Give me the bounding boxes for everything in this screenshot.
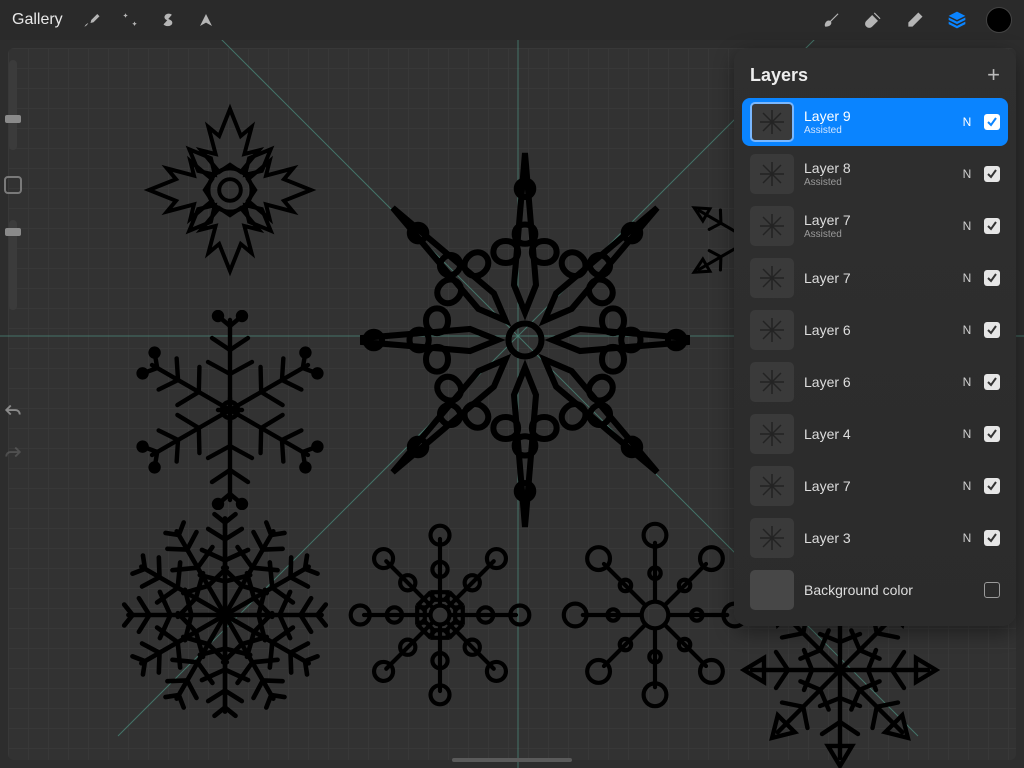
layer-row[interactable]: Layer 7 N <box>742 254 1008 302</box>
redo-button[interactable] <box>3 444 23 460</box>
background-visibility-checkbox[interactable] <box>984 582 1000 598</box>
brush-size-thumb[interactable] <box>5 115 21 123</box>
artwork-snowflake-5 <box>345 520 535 710</box>
layer-row[interactable]: Layer 6 N <box>742 358 1008 406</box>
layer-thumbnail <box>750 310 794 350</box>
layer-thumbnail <box>750 466 794 506</box>
layer-thumbnail <box>750 206 794 246</box>
home-indicator <box>452 758 572 762</box>
blend-mode-indicator[interactable]: N <box>960 271 974 285</box>
background-thumb <box>750 570 794 610</box>
color-picker-swatch[interactable] <box>986 7 1012 33</box>
gallery-button[interactable]: Gallery <box>12 11 63 29</box>
layer-row[interactable]: Layer 7 N <box>742 462 1008 510</box>
layer-subtitle: Assisted <box>804 229 950 240</box>
layer-visibility-checkbox[interactable] <box>984 478 1000 494</box>
layer-row[interactable]: Layer 7Assisted N <box>742 202 1008 250</box>
blend-mode-indicator[interactable]: N <box>960 167 974 181</box>
layer-row[interactable]: Layer 9Assisted N <box>742 98 1008 146</box>
blend-mode-indicator[interactable]: N <box>960 323 974 337</box>
layer-name-label: Layer 6 <box>804 322 950 338</box>
layer-visibility-checkbox[interactable] <box>984 218 1000 234</box>
selection-s-icon[interactable] <box>153 5 183 35</box>
blend-mode-indicator[interactable]: N <box>960 115 974 129</box>
opacity-thumb[interactable] <box>5 228 21 236</box>
layer-thumbnail <box>750 102 794 142</box>
layer-subtitle: Assisted <box>804 177 950 188</box>
artwork-snowflake-3 <box>130 310 330 510</box>
layers-panel: Layers + Layer 9AssistedNLayer 8Assisted… <box>734 48 1016 626</box>
artwork-snowflake-4 <box>120 510 330 720</box>
layer-visibility-checkbox[interactable] <box>984 530 1000 546</box>
layer-visibility-checkbox[interactable] <box>984 270 1000 286</box>
layer-row[interactable]: Layer 3 N <box>742 514 1008 562</box>
layer-name-label: Layer 4 <box>804 426 950 442</box>
layer-row[interactable]: Layer 8Assisted N <box>742 150 1008 198</box>
blend-mode-indicator[interactable]: N <box>960 531 974 545</box>
layer-subtitle: Assisted <box>804 125 950 136</box>
layer-list: Layer 9AssistedNLayer 8AssistedNLayer 7A… <box>742 98 1008 562</box>
layer-visibility-checkbox[interactable] <box>984 374 1000 390</box>
layer-name-label: Layer 7 <box>804 270 950 286</box>
opacity-slider[interactable] <box>9 220 17 310</box>
layer-row[interactable]: Layer 6 N <box>742 306 1008 354</box>
layer-name-label: Layer 8 <box>804 160 950 176</box>
blend-mode-indicator[interactable]: N <box>960 219 974 233</box>
artwork-snowflake-2 <box>360 140 690 540</box>
brush-icon[interactable] <box>816 5 846 35</box>
smudge-icon[interactable] <box>858 5 888 35</box>
background-label: Background color <box>804 582 974 598</box>
brush-size-slider[interactable] <box>9 60 17 150</box>
layers-icon[interactable] <box>942 5 972 35</box>
transform-arrow-icon[interactable] <box>191 5 221 35</box>
layer-visibility-checkbox[interactable] <box>984 166 1000 182</box>
layer-name-label: Layer 3 <box>804 530 950 546</box>
actions-wrench-icon[interactable] <box>77 5 107 35</box>
layers-panel-title: Layers <box>750 65 808 86</box>
add-layer-button[interactable]: + <box>987 62 1000 88</box>
layer-name-label: Layer 7 <box>804 212 950 228</box>
layer-thumbnail <box>750 518 794 558</box>
layer-thumbnail <box>750 414 794 454</box>
blend-mode-indicator[interactable]: N <box>960 375 974 389</box>
layer-name-label: Layer 9 <box>804 108 950 124</box>
layer-thumbnail <box>750 258 794 298</box>
modify-button[interactable] <box>4 176 22 194</box>
artwork-snowflake-1 <box>140 100 320 280</box>
layer-thumbnail <box>750 154 794 194</box>
artwork-snowflake-6 <box>560 520 750 710</box>
background-layer-row[interactable]: Background color <box>742 566 1008 614</box>
layer-name-label: Layer 6 <box>804 374 950 390</box>
left-sidebar <box>0 60 26 460</box>
blend-mode-indicator[interactable]: N <box>960 427 974 441</box>
layer-visibility-checkbox[interactable] <box>984 322 1000 338</box>
layer-visibility-checkbox[interactable] <box>984 426 1000 442</box>
layer-thumbnail <box>750 362 794 402</box>
undo-button[interactable] <box>3 402 23 418</box>
eraser-icon[interactable] <box>900 5 930 35</box>
adjustments-wand-icon[interactable] <box>115 5 145 35</box>
layer-visibility-checkbox[interactable] <box>984 114 1000 130</box>
blend-mode-indicator[interactable]: N <box>960 479 974 493</box>
layer-row[interactable]: Layer 4 N <box>742 410 1008 458</box>
top-toolbar: Gallery <box>0 0 1024 40</box>
layer-name-label: Layer 7 <box>804 478 950 494</box>
